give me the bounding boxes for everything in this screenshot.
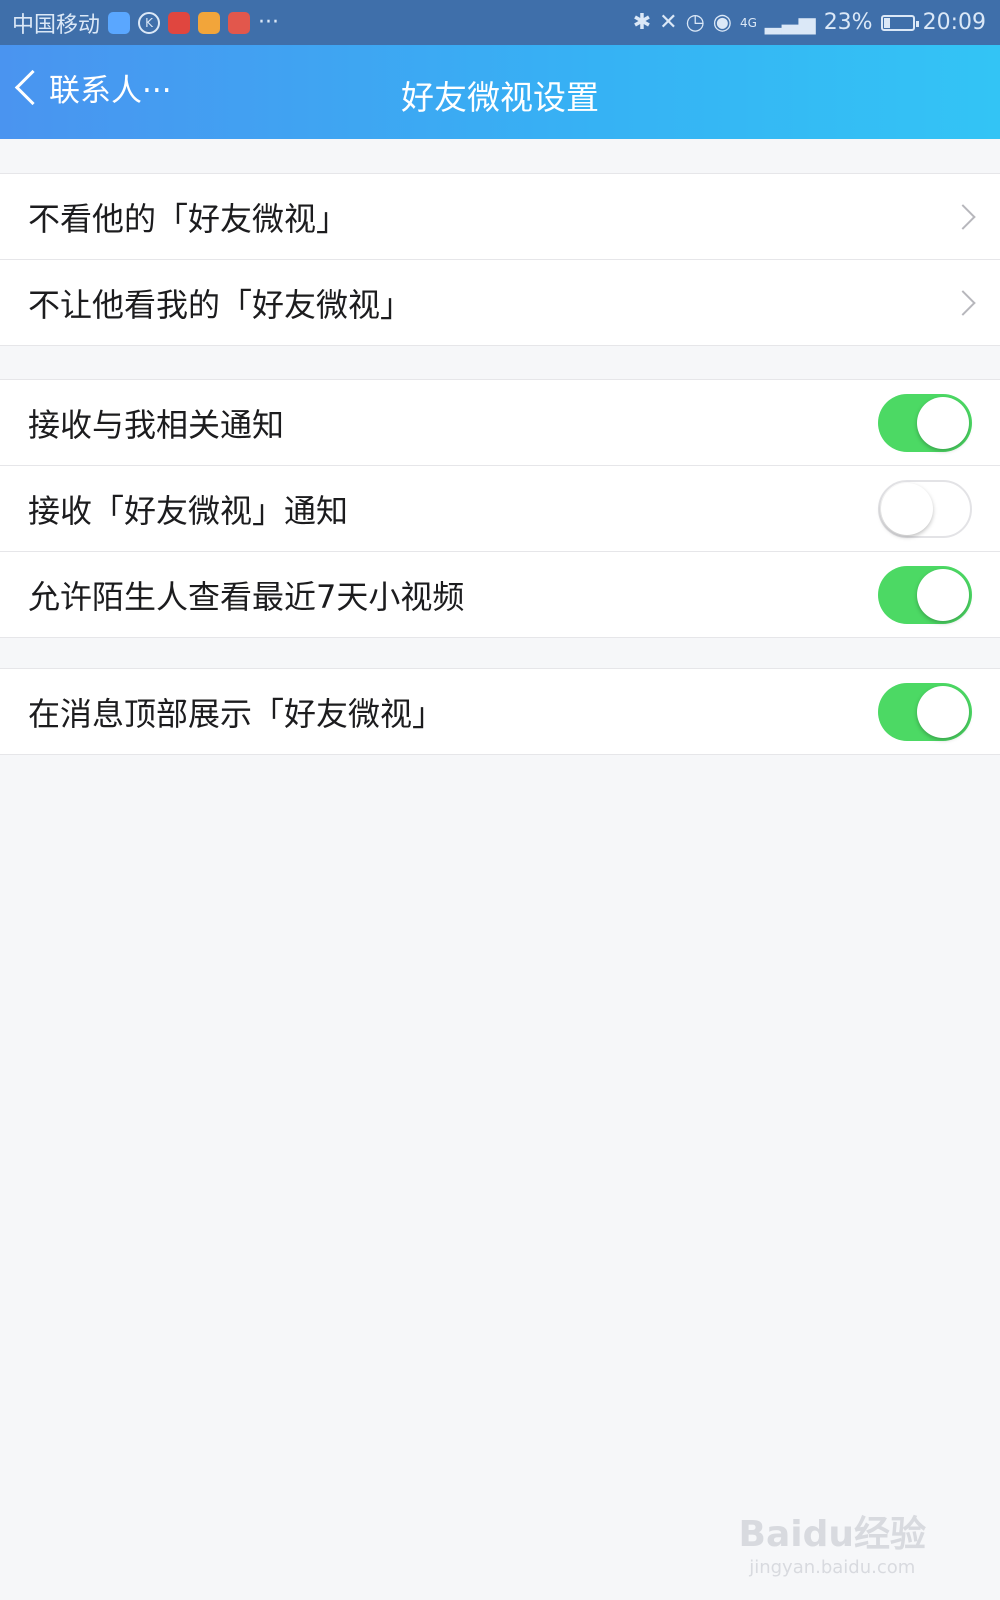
setting-label: 允许陌生人查看最近7天小视频 (28, 577, 465, 616)
battery-percent: 23% (823, 10, 873, 35)
battery-icon (880, 14, 919, 31)
settings-group-visibility: 不看他的「好友微视」 不让他看我的「好友微视」 (0, 173, 1000, 346)
setting-row-friend-video-notifications: 接收「好友微视」通知 (0, 465, 1000, 551)
bluetooth-icon: ✱ (632, 10, 652, 35)
watermark-logo-text: Baidu经验 (738, 1514, 926, 1555)
setting-row-hide-their-videos[interactable]: 不看他的「好友微视」 (0, 174, 1000, 259)
news-app-icon (168, 11, 191, 34)
video-app-icon (228, 11, 251, 34)
toggle-knob (917, 568, 969, 621)
k-app-icon: K (138, 11, 161, 34)
baidu-jingyan-watermark: Baidu经验 jingyan.baidu.com (739, 1505, 926, 1578)
setting-row-strangers-view-videos: 允许陌生人查看最近7天小视频 (0, 551, 1000, 637)
battery-fill (883, 17, 890, 28)
clock: 20:09 (922, 10, 986, 35)
setting-row-related-notifications: 接收与我相关通知 (0, 380, 1000, 465)
eye-icon: ◉ (712, 10, 732, 35)
chevron-right-icon (950, 203, 976, 230)
mute-icon: ✕ (659, 10, 678, 35)
more-notifications-icon: ··· (258, 10, 279, 35)
weibo-icon (198, 11, 221, 34)
alarm-icon: ◷ (685, 10, 705, 35)
watermark-url: jingyan.baidu.com (749, 1557, 916, 1578)
toggle-knob (881, 482, 933, 535)
toggle-knob (917, 396, 969, 449)
app-notification-icon (108, 11, 131, 34)
page-title: 好友微视设置 (401, 78, 599, 117)
network-type-label: 4G (739, 15, 757, 30)
setting-label: 不看他的「好友微视」 (28, 199, 349, 238)
chevron-right-icon (950, 289, 976, 316)
nav-bar: 联系人··· 好友微视设置 (0, 45, 1000, 139)
setting-label: 接收与我相关通知 (28, 405, 285, 444)
status-bar: 中国移动 K ··· ✱ ✕ ◷ ◉ 4G ▂▃▅ 23% 20:09 (0, 0, 1000, 45)
friend-video-notifications-toggle[interactable] (878, 479, 972, 538)
setting-label: 不让他看我的「好友微视」 (28, 285, 413, 324)
toggle-knob (917, 685, 969, 738)
setting-label: 接收「好友微视」通知 (28, 491, 349, 530)
carrier-label: 中国移动 (12, 12, 101, 38)
setting-label: 在消息顶部展示「好友微视」 (28, 694, 445, 733)
settings-group-notifications: 接收与我相关通知 接收「好友微视」通知 允许陌生人查看最近7天小视频 (0, 379, 1000, 638)
setting-row-show-on-top: 在消息顶部展示「好友微视」 (0, 669, 1000, 754)
related-notifications-toggle[interactable] (878, 393, 972, 452)
strangers-view-videos-toggle[interactable] (878, 565, 972, 624)
setting-row-hide-my-videos[interactable]: 不让他看我的「好友微视」 (0, 259, 1000, 345)
signal-icon: ▂▃▅ (764, 10, 816, 35)
show-on-top-toggle[interactable] (878, 682, 972, 741)
settings-group-display: 在消息顶部展示「好友微视」 (0, 668, 1000, 755)
